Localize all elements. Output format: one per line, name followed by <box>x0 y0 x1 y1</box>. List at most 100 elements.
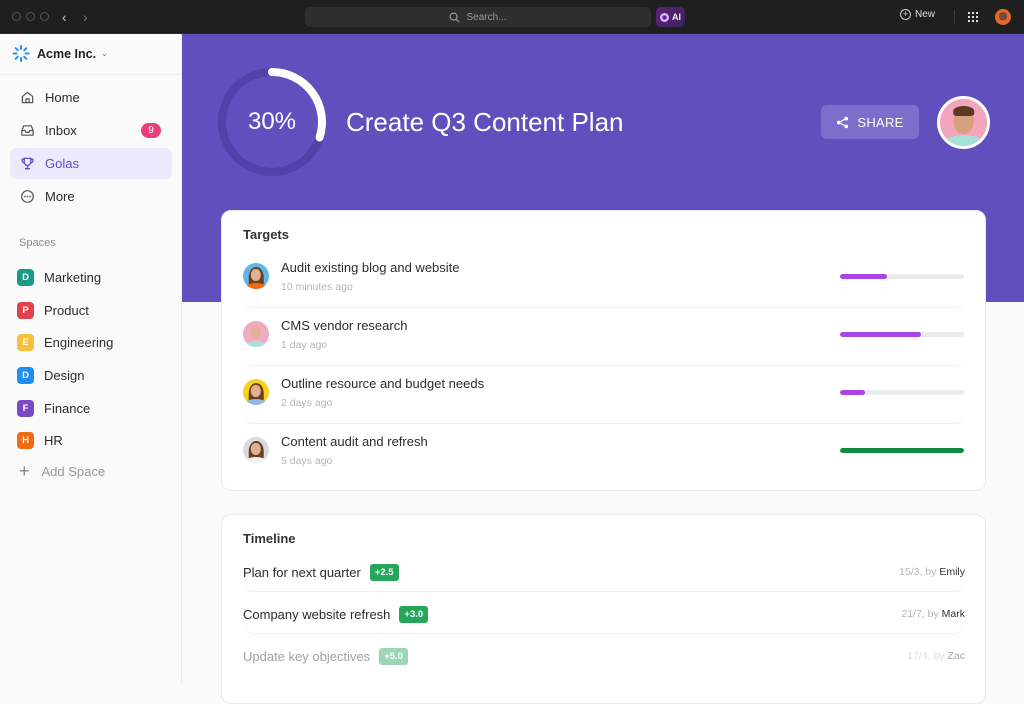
target-row[interactable]: Outline resource and budget needs 2 days… <box>243 369 965 424</box>
target-row[interactable]: Audit existing blog and website 10 minut… <box>243 253 965 308</box>
space-label: Product <box>44 302 89 318</box>
timeline-meta: 15/3, by Emily <box>899 566 965 578</box>
divider <box>0 74 182 75</box>
sidebar-item-inbox[interactable]: Inbox 9 <box>10 115 172 146</box>
space-label: Finance <box>44 400 91 416</box>
window-maximize-button[interactable] <box>40 12 49 21</box>
target-progress-bar <box>840 448 964 453</box>
back-arrow-icon[interactable]: ‹ <box>62 8 67 26</box>
timeline-item-name: Plan for next quarter <box>243 565 361 580</box>
delta-badge: +5.0 <box>379 648 408 665</box>
timeline-date: 21/7, by <box>901 608 939 620</box>
goal-owner-avatar[interactable] <box>937 96 990 149</box>
assignee-avatar <box>243 379 269 405</box>
space-item-product[interactable]: P Product <box>17 299 89 321</box>
space-label: Marketing <box>44 269 102 285</box>
target-progress-bar <box>840 390 964 395</box>
space-label: HR <box>44 432 63 448</box>
sidebar-item-label: Inbox <box>45 123 77 138</box>
goal-title: Create Q3 Content Plan <box>346 107 624 137</box>
window-close-button[interactable] <box>12 12 21 21</box>
target-time: 1 day ago <box>281 339 328 351</box>
trophy-icon <box>20 156 35 171</box>
search-icon <box>449 12 460 23</box>
user-avatar[interactable] <box>995 9 1011 25</box>
space-avatar: P <box>17 301 34 319</box>
new-label: New <box>915 9 936 20</box>
target-row[interactable]: CMS vendor research 1 day ago <box>243 311 965 366</box>
sidebar-item-label: More <box>45 189 75 204</box>
more-icon <box>20 189 35 204</box>
divider <box>954 10 955 24</box>
workspace-name: Acme Inc. <box>37 46 97 61</box>
space-item-marketing[interactable]: D Marketing <box>17 266 101 288</box>
target-progress-fill <box>840 274 888 279</box>
timeline-meta: 21/7, by Mark <box>901 608 965 620</box>
space-item-engineering[interactable]: E Engineering <box>17 331 113 353</box>
target-name: Audit existing blog and website <box>281 260 460 275</box>
plus-circle-icon: + <box>900 9 911 20</box>
target-progress-fill <box>840 448 964 453</box>
timeline-meta: 17/4, by Zac <box>907 650 965 662</box>
goal-progress-label: 30% <box>247 108 297 135</box>
space-item-design[interactable]: D Design <box>17 364 84 386</box>
target-progress-bar <box>840 332 964 337</box>
sidebar-item-more[interactable]: More <box>10 181 172 212</box>
new-button[interactable]: + New <box>900 9 935 20</box>
apps-grid-icon[interactable] <box>968 12 978 22</box>
timeline-row[interactable]: Plan for next quarter +2.5 15/3, by Emily <box>243 551 965 592</box>
title-bar: ‹ › Search... AI + New <box>0 0 1024 34</box>
targets-card: Targets Audit existing blog and website … <box>221 210 986 491</box>
chevron-down-icon: ⌄ <box>101 49 108 58</box>
target-progress-bar <box>840 274 964 279</box>
timeline-author: Zac <box>947 650 965 662</box>
ai-icon <box>660 12 669 22</box>
space-label: Engineering <box>44 334 114 350</box>
timeline-item-name: Update key objectives <box>243 649 371 664</box>
space-avatar: D <box>17 366 34 384</box>
target-row[interactable]: Content audit and refresh 5 days ago <box>243 427 965 482</box>
target-progress-fill <box>840 332 921 337</box>
space-avatar: F <box>17 399 34 417</box>
timeline-row[interactable]: Company website refresh +3.0 21/7, by Mar… <box>243 593 965 634</box>
sidebar-item-label: Home <box>45 90 80 105</box>
space-label: Design <box>44 367 85 383</box>
sidebar: Acme Inc. ⌄ Home Inbox 9 Golas More Spac… <box>0 34 182 683</box>
delta-badge: +3.0 <box>399 606 429 623</box>
add-space-button[interactable]: + Add Space <box>19 462 105 480</box>
space-item-finance[interactable]: F Finance <box>17 397 90 419</box>
timeline-author: Emily <box>939 566 965 578</box>
space-avatar: E <box>17 333 34 351</box>
space-item-hr[interactable]: H HR <box>17 429 63 451</box>
timeline-item-name: Company website refresh <box>243 607 391 622</box>
workspace-logo-icon <box>12 45 29 62</box>
window-minimize-button[interactable] <box>26 12 35 21</box>
targets-heading: Targets <box>243 227 289 242</box>
timeline-row[interactable]: Update key objectives +5.0 17/4, by Zac <box>243 635 965 676</box>
target-time: 10 minutes ago <box>281 281 353 293</box>
timeline-heading: Timeline <box>243 531 296 546</box>
assignee-avatar <box>243 437 269 463</box>
space-avatar: H <box>17 431 34 449</box>
forward-arrow-icon[interactable]: › <box>83 8 88 26</box>
delta-badge: +2.5 <box>369 564 399 581</box>
search-input[interactable]: Search... <box>305 7 651 27</box>
share-button[interactable]: SHARE <box>821 105 919 139</box>
assignee-avatar <box>243 263 269 289</box>
target-time: 5 days ago <box>281 455 333 467</box>
ai-label: AI <box>672 12 681 22</box>
sidebar-item-goals[interactable]: Golas <box>10 148 172 179</box>
ai-button[interactable]: AI <box>656 7 685 27</box>
inbox-count-badge: 9 <box>141 123 161 138</box>
spaces-heading: Spaces <box>19 237 56 249</box>
sidebar-item-home[interactable]: Home <box>10 82 172 113</box>
assignee-avatar <box>243 321 269 347</box>
target-progress-fill <box>840 390 865 395</box>
share-icon <box>837 116 849 128</box>
timeline-card: Timeline Plan for next quarter +2.5 15/3,… <box>221 514 986 704</box>
workspace-switcher[interactable]: Acme Inc. ⌄ <box>12 45 108 62</box>
timeline-date: 15/3, by <box>899 566 937 578</box>
target-name: Outline resource and budget needs <box>281 376 485 391</box>
share-label: SHARE <box>857 114 904 130</box>
inbox-icon <box>20 123 35 138</box>
